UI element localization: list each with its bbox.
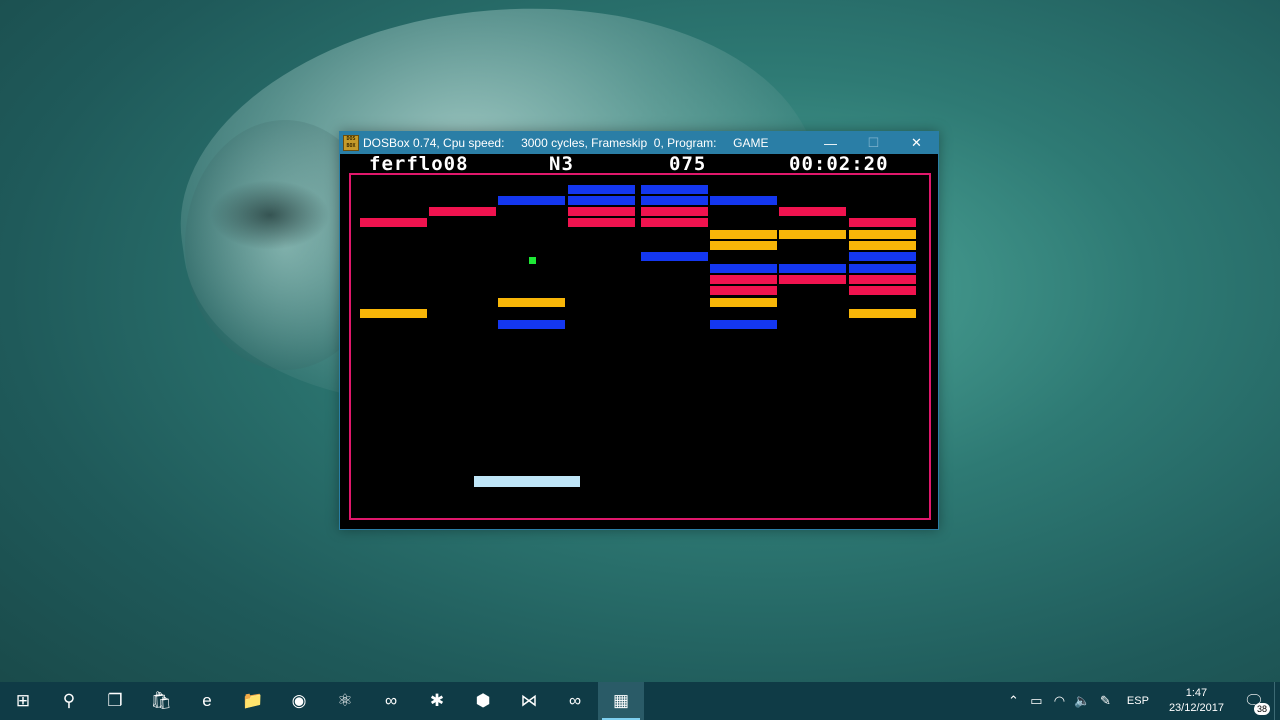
start-icon: ⊞ [15, 691, 31, 710]
brick-red [641, 207, 708, 216]
dosbox-app-icon[interactable]: DOS BOX [343, 135, 359, 151]
ball [529, 257, 536, 264]
dosbox-icon: ▦ [612, 691, 630, 710]
pen-icon[interactable]: ✎ [1094, 682, 1117, 720]
level-indicator: N3 [549, 153, 574, 175]
brick-blue [710, 264, 777, 273]
show-hidden-icons-icon[interactable]: ⌃ [1002, 682, 1025, 720]
clock[interactable]: 1:47 23/12/2017 [1159, 686, 1234, 716]
electron-app-icon: ✱ [429, 691, 445, 710]
gitkraken-icon: ◉ [291, 691, 307, 710]
brick-blue [568, 185, 635, 194]
brick-red [568, 218, 635, 227]
taskbar-store-button[interactable]: 🛍 [138, 682, 184, 720]
taskbar-visual-studio-button[interactable]: ∞ [552, 682, 598, 720]
notification-count: 38 [1253, 703, 1270, 715]
close-button[interactable]: ✕ [895, 132, 938, 154]
brick-blue [849, 264, 916, 273]
brick-yellow [849, 230, 916, 239]
volume-icon[interactable]: 🔈 [1071, 682, 1094, 720]
brick-yellow [779, 230, 846, 239]
taskbar-search-button[interactable]: ⚲ [46, 682, 92, 720]
brick-red [779, 275, 846, 284]
clock-time: 1:47 [1185, 687, 1208, 699]
brick-blue [641, 196, 708, 205]
battery-icon[interactable]: ▭ [1025, 682, 1048, 720]
minimize-button[interactable]: — [809, 132, 852, 154]
player-name: ferflo08 [369, 153, 469, 175]
taskbar-atom-button[interactable]: ⚛ [322, 682, 368, 720]
window-title: DOSBox 0.74, Cpu speed: 3000 cycles, Fra… [363, 136, 769, 150]
taskbar-virtualbox-button[interactable]: ⬢ [460, 682, 506, 720]
action-center-button[interactable]: 🗨 38 [1234, 682, 1274, 720]
maximize-button[interactable]: ☐ [852, 132, 895, 154]
file-explorer-icon: 📁 [242, 691, 264, 710]
vscode-icon: ⋈ [520, 691, 538, 710]
taskbar: ⊞ ⚲ ❐ 🛍 e 📁 ◉ ⚛ ∞ ✱ ⬢ ⋈ ∞ ▦ ⌃ ▭ ◠ 🔈 ✎ ESP 1:47 23/12/… [0, 682, 1280, 720]
brick-red [360, 218, 427, 227]
dosbox-window[interactable]: DOS BOX DOSBox 0.74, Cpu speed: 3000 cyc… [339, 131, 939, 530]
brick-blue [710, 320, 777, 329]
atom-icon: ⚛ [337, 691, 353, 710]
brick-yellow [710, 298, 777, 307]
paddle [474, 476, 580, 487]
brick-red [849, 275, 916, 284]
brick-yellow [498, 298, 565, 307]
wallpaper-whale-eye [210, 180, 330, 250]
task-view-icon: ❐ [107, 691, 123, 710]
brick-red [779, 207, 846, 216]
visual-studio-icon: ∞ [568, 691, 582, 710]
system-tray: ⌃ ▭ ◠ 🔈 ✎ ESP 1:47 23/12/2017 🗨 38 [1002, 682, 1280, 720]
brick-blue [641, 252, 708, 261]
taskbar-start-button[interactable]: ⊞ [0, 682, 46, 720]
brick-red [641, 218, 708, 227]
brick-yellow [710, 241, 777, 250]
window-titlebar[interactable]: DOS BOX DOSBox 0.74, Cpu speed: 3000 cyc… [340, 132, 938, 154]
wifi-icon[interactable]: ◠ [1048, 682, 1071, 720]
brick-red [849, 286, 916, 295]
game-screen[interactable]: ferflo08 N3 075 00:02:20 [340, 154, 938, 529]
brick-blue [498, 320, 565, 329]
brick-red [849, 218, 916, 227]
brick-red [710, 286, 777, 295]
taskbar-arduino-button[interactable]: ∞ [368, 682, 414, 720]
taskbar-task-view-button[interactable]: ❐ [92, 682, 138, 720]
brick-red [710, 275, 777, 284]
taskbar-vscode-button[interactable]: ⋈ [506, 682, 552, 720]
brick-yellow [849, 241, 916, 250]
brick-blue [849, 252, 916, 261]
brick-blue [710, 196, 777, 205]
brick-yellow [710, 230, 777, 239]
taskbar-gitkraken-button[interactable]: ◉ [276, 682, 322, 720]
show-desktop-button[interactable] [1274, 682, 1280, 720]
brick-red [568, 207, 635, 216]
game-hud: ferflo08 N3 075 00:02:20 [340, 154, 938, 174]
brick-blue [568, 196, 635, 205]
brick-yellow [360, 309, 427, 318]
brick-blue [779, 264, 846, 273]
brick-blue [498, 196, 565, 205]
clock-date: 23/12/2017 [1168, 702, 1224, 714]
edge-icon: e [202, 691, 212, 710]
brick-yellow [849, 309, 916, 318]
taskbar-apps: ⊞ ⚲ ❐ 🛍 e 📁 ◉ ⚛ ∞ ✱ ⬢ ⋈ ∞ ▦ [0, 682, 644, 720]
taskbar-dosbox-button[interactable]: ▦ [598, 682, 644, 720]
taskbar-file-explorer-button[interactable]: 📁 [230, 682, 276, 720]
time-display: 00:02:20 [789, 153, 889, 175]
search-icon: ⚲ [62, 691, 76, 710]
brick-red [429, 207, 496, 216]
store-icon: 🛍 [150, 691, 172, 710]
language-indicator[interactable]: ESP [1117, 695, 1159, 707]
brick-blue [641, 185, 708, 194]
taskbar-electron-app-button[interactable]: ✱ [414, 682, 460, 720]
arduino-icon: ∞ [384, 691, 398, 710]
playfield-border [349, 173, 931, 520]
virtualbox-icon: ⬢ [475, 691, 491, 710]
score-display: 075 [669, 153, 707, 175]
taskbar-edge-button[interactable]: e [184, 682, 230, 720]
